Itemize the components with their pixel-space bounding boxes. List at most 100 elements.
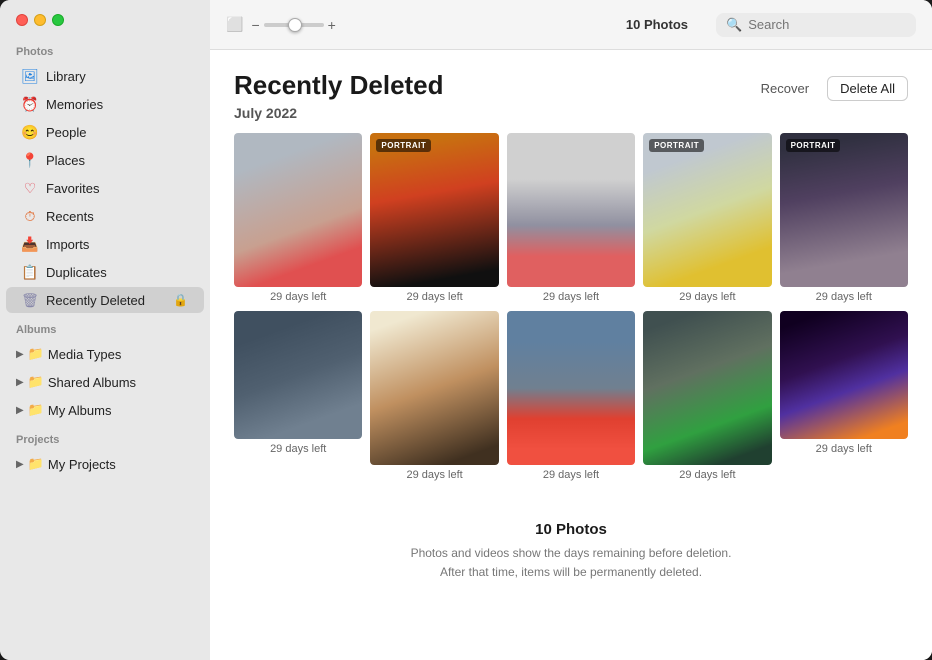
photo-days-label: 29 days left bbox=[543, 469, 599, 481]
main-content: ⬜ − + 10 Photos 🔍 Recently Deleted Recov… bbox=[210, 0, 932, 660]
sidebar-item-label: Library bbox=[46, 69, 188, 84]
main-window: Photos 🖼 Library ⏰ Memories 😊 People 📍 P… bbox=[0, 0, 932, 660]
my-projects-icon: 📁 bbox=[28, 456, 44, 472]
photo-item[interactable]: 29 days left bbox=[234, 133, 362, 303]
photo-days-label: 29 days left bbox=[406, 469, 462, 481]
sidebar-item-label: Media Types bbox=[48, 347, 121, 362]
photo-thumbnail bbox=[780, 311, 908, 439]
sidebar-item-favorites[interactable]: ♡ Favorites bbox=[6, 175, 204, 201]
recents-icon: ⏱ bbox=[22, 208, 38, 224]
photo-days-label: 29 days left bbox=[270, 291, 326, 303]
photo-item[interactable]: 29 days left bbox=[780, 311, 908, 481]
photo-item[interactable]: PORTRAIT 29 days left bbox=[370, 133, 498, 303]
photo-thumbnail bbox=[370, 311, 498, 465]
photo-thumbnail bbox=[234, 311, 362, 439]
fullscreen-button[interactable] bbox=[52, 14, 64, 26]
footer-desc-line2: After that time, items will be permanent… bbox=[440, 565, 702, 579]
zoom-thumb bbox=[288, 18, 302, 32]
sidebar-item-label: My Albums bbox=[48, 403, 112, 418]
zoom-slider[interactable] bbox=[264, 23, 324, 27]
sidebar-item-my-projects[interactable]: ▶ 📁 My Projects bbox=[6, 451, 204, 477]
photo-item[interactable]: 29 days left bbox=[643, 311, 771, 481]
date-label: July 2022 bbox=[234, 105, 908, 121]
traffic-lights bbox=[0, 0, 210, 36]
zoom-plus[interactable]: + bbox=[328, 17, 336, 33]
photo-item[interactable]: 29 days left bbox=[234, 311, 362, 481]
sidebar-item-recently-deleted[interactable]: 🗑 Recently Deleted 🔒 bbox=[6, 287, 204, 313]
minimize-button[interactable] bbox=[34, 14, 46, 26]
photo-days-label: 29 days left bbox=[816, 443, 872, 455]
section-label-projects: Projects bbox=[0, 424, 210, 450]
page-title: Recently Deleted bbox=[234, 70, 444, 101]
chevron-icon: ▶ bbox=[16, 349, 24, 360]
lock-icon: 🔒 bbox=[173, 293, 188, 307]
sidebar-item-memories[interactable]: ⏰ Memories bbox=[6, 91, 204, 117]
search-input[interactable] bbox=[748, 17, 906, 32]
sidebar-item-people[interactable]: 😊 People bbox=[6, 119, 204, 145]
sidebar-item-shared-albums[interactable]: ▶ 📁 Shared Albums bbox=[6, 369, 204, 395]
sidebar-item-places[interactable]: 📍 Places bbox=[6, 147, 204, 173]
content-area: Recently Deleted Recover Delete All July… bbox=[210, 50, 932, 660]
photo-days-label: 29 days left bbox=[406, 291, 462, 303]
photo-days-label: 29 days left bbox=[679, 291, 735, 303]
photo-item[interactable]: PORTRAIT 29 days left bbox=[643, 133, 771, 303]
imports-icon: 📥 bbox=[22, 236, 38, 252]
photo-grid: 29 days left PORTRAIT 29 days left 29 da… bbox=[234, 133, 908, 481]
photo-thumbnail bbox=[507, 311, 635, 465]
chevron-icon: ▶ bbox=[16, 377, 24, 388]
sidebar-item-label: Favorites bbox=[46, 181, 188, 196]
sidebar-item-my-albums[interactable]: ▶ 📁 My Albums bbox=[6, 397, 204, 423]
photo-thumbnail: PORTRAIT bbox=[780, 133, 908, 287]
content-header: Recently Deleted Recover Delete All bbox=[234, 70, 908, 101]
delete-all-button[interactable]: Delete All bbox=[827, 76, 908, 101]
photo-thumbnail bbox=[643, 311, 771, 465]
sidebar-item-recents[interactable]: ⏱ Recents bbox=[6, 203, 204, 229]
portrait-badge: PORTRAIT bbox=[649, 139, 704, 152]
media-types-icon: 📁 bbox=[28, 346, 44, 362]
sidebar-item-label: People bbox=[46, 125, 188, 140]
recover-button[interactable]: Recover bbox=[751, 77, 819, 100]
portrait-badge: PORTRAIT bbox=[376, 139, 431, 152]
search-bar[interactable]: 🔍 bbox=[716, 13, 916, 37]
sidebar-item-label: Places bbox=[46, 153, 188, 168]
photo-days-label: 29 days left bbox=[816, 291, 872, 303]
sidebar-item-label: Duplicates bbox=[46, 265, 188, 280]
sidebar-item-imports[interactable]: 📥 Imports bbox=[6, 231, 204, 257]
sidebar-item-label: Shared Albums bbox=[48, 375, 136, 390]
photo-item[interactable]: 29 days left bbox=[370, 311, 498, 481]
section-label-albums: Albums bbox=[0, 314, 210, 340]
footer-description: Photos and videos show the days remainin… bbox=[234, 544, 908, 582]
sidebar-item-library[interactable]: 🖼 Library bbox=[6, 63, 204, 89]
sidebar-item-label: Recently Deleted bbox=[46, 293, 165, 308]
sidebar: Photos 🖼 Library ⏰ Memories 😊 People 📍 P… bbox=[0, 0, 210, 660]
memories-icon: ⏰ bbox=[22, 96, 38, 112]
photo-thumbnail bbox=[234, 133, 362, 287]
photo-days-label: 29 days left bbox=[679, 469, 735, 481]
places-icon: 📍 bbox=[22, 152, 38, 168]
photo-item[interactable]: 29 days left bbox=[507, 133, 635, 303]
my-albums-icon: 📁 bbox=[28, 402, 44, 418]
section-label-photos: Photos bbox=[0, 36, 210, 62]
photo-item[interactable]: PORTRAIT 29 days left bbox=[780, 133, 908, 303]
photo-days-label: 29 days left bbox=[543, 291, 599, 303]
sidebar-item-label: My Projects bbox=[48, 457, 116, 472]
photo-days-label: 29 days left bbox=[270, 443, 326, 455]
favorites-icon: ♡ bbox=[22, 180, 38, 196]
sidebar-item-label: Memories bbox=[46, 97, 188, 112]
zoom-control[interactable]: − + bbox=[251, 17, 335, 33]
sidebar-item-duplicates[interactable]: 📋 Duplicates bbox=[6, 259, 204, 285]
sidebar-item-media-types[interactable]: ▶ 📁 Media Types bbox=[6, 341, 204, 367]
library-icon: 🖼 bbox=[22, 68, 38, 84]
footer-desc-line1: Photos and videos show the days remainin… bbox=[411, 546, 732, 560]
photo-count: 10 Photos bbox=[626, 17, 688, 32]
zoom-minus[interactable]: − bbox=[251, 17, 259, 33]
portrait-badge: PORTRAIT bbox=[786, 139, 841, 152]
photo-thumbnail bbox=[507, 133, 635, 287]
toolbar: ⬜ − + 10 Photos 🔍 bbox=[210, 0, 932, 50]
people-icon: 😊 bbox=[22, 124, 38, 140]
duplicates-icon: 📋 bbox=[22, 264, 38, 280]
search-icon: 🔍 bbox=[726, 17, 742, 33]
photo-item[interactable]: 29 days left bbox=[507, 311, 635, 481]
chevron-icon: ▶ bbox=[16, 405, 24, 416]
close-button[interactable] bbox=[16, 14, 28, 26]
